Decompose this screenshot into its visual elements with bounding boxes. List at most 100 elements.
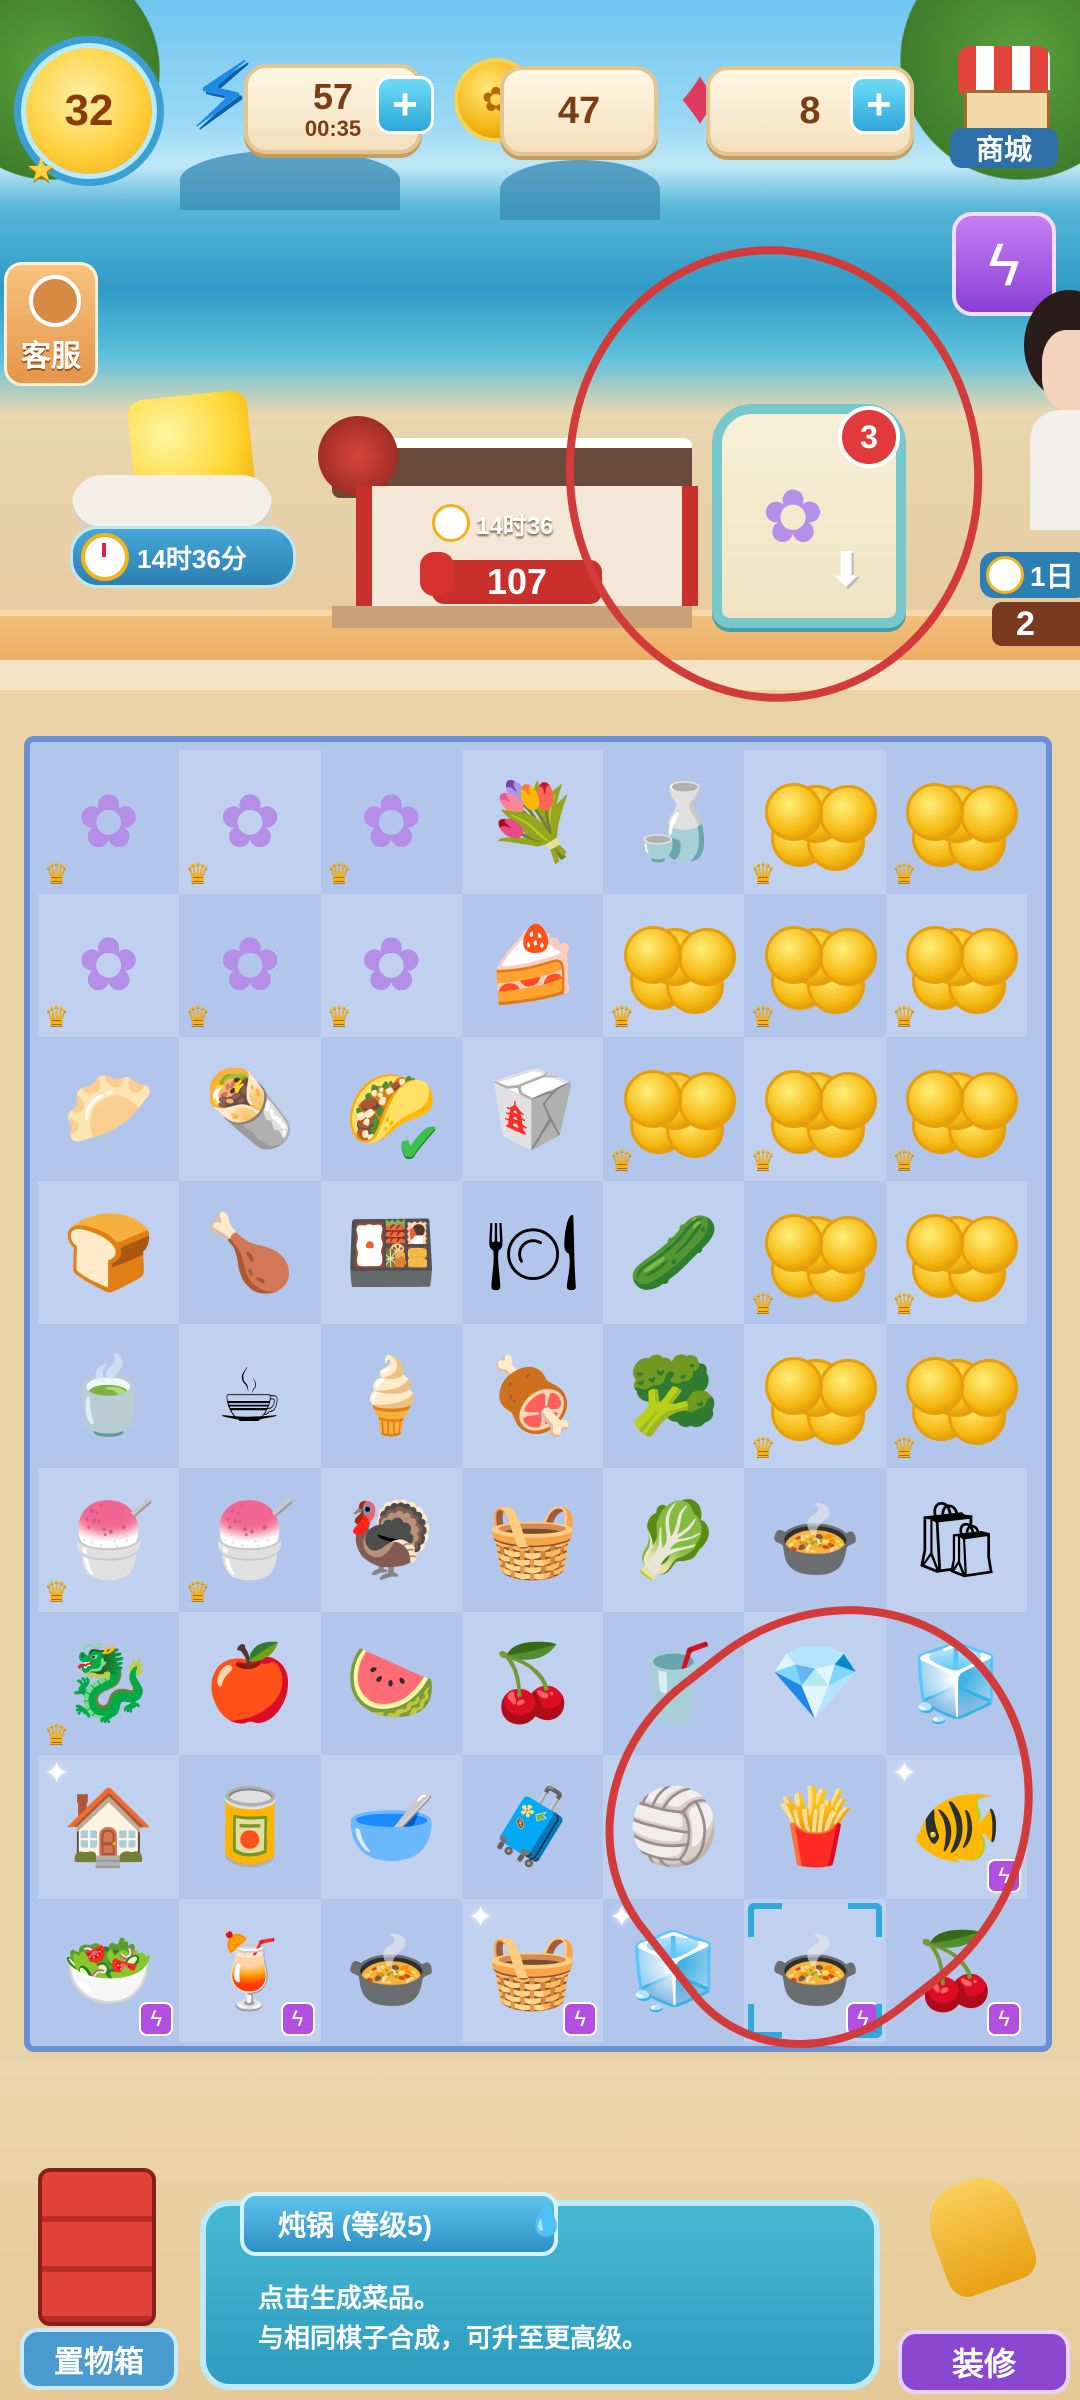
crown-icon: ♛ [185, 1001, 211, 1033]
board-cell[interactable]: 🏠 ✦ [38, 1755, 180, 1899]
right-stand[interactable]: 1日 2 [960, 552, 1080, 648]
board-cell[interactable]: ♛ [744, 1324, 886, 1468]
board-cell[interactable]: 🍧 ♛ [38, 1467, 180, 1612]
board-cell[interactable]: ✿ ♛ [321, 750, 462, 894]
board-cell[interactable]: ♛ [744, 1037, 886, 1181]
board-cell[interactable]: 🌮 ✔ [321, 1037, 462, 1181]
board-cell[interactable]: ✿ ♛ [179, 894, 320, 1038]
board-cell[interactable]: 🍲 [744, 1468, 885, 1612]
board-cell[interactable]: 🍽 [462, 1181, 603, 1325]
crown-icon: ♛ [750, 1144, 776, 1176]
coins-icon [904, 1066, 1019, 1158]
board-cell[interactable]: 🐉 ♛ [38, 1612, 179, 1756]
storage-box-button[interactable]: 置物箱 [20, 2168, 178, 2390]
board-cell[interactable]: 🍒 ϟ [886, 1899, 1027, 2043]
board-cell[interactable]: ✿ ♛ [38, 750, 179, 894]
board-cell[interactable]: ♛ [885, 1180, 1028, 1325]
board-cell[interactable]: 🥤 [603, 1612, 744, 1756]
decorate-button[interactable]: 装修 [898, 2167, 1070, 2394]
coins-icon [763, 779, 878, 871]
sparkle-icon: ✦ [891, 1757, 917, 1791]
dog-house-icon: 🏠 [62, 1784, 155, 1868]
board-cell[interactable]: 🍶 [603, 750, 744, 894]
board-cell[interactable]: 🌯 [179, 1037, 321, 1181]
board-cell[interactable]: 🍒 [461, 1611, 604, 1756]
board-cell[interactable]: ♛ [744, 894, 885, 1038]
board-cell[interactable]: 🍰 [462, 894, 603, 1038]
board-cell[interactable]: 🏐 [603, 1755, 745, 1899]
character-face [1042, 330, 1080, 410]
energy-tag-icon: ϟ [280, 2002, 315, 2037]
icecream-icon: 🍦 [345, 1354, 438, 1438]
customer-service-button[interactable]: 客服 [4, 262, 98, 386]
temple-building[interactable]: 14时36 107 [318, 416, 698, 630]
board-cell[interactable]: 🥟 [38, 1037, 179, 1181]
board-cell[interactable]: 🥒 [603, 1180, 745, 1325]
board-cell[interactable]: 🍞 [38, 1180, 180, 1325]
board-cell[interactable]: 🍹 ϟ [179, 1898, 321, 2043]
board-cell[interactable]: ♛ [886, 750, 1027, 894]
board-cell[interactable]: 🥦 [603, 1324, 744, 1468]
board-cell[interactable]: 🍲 [321, 1899, 462, 2043]
board-cell[interactable]: 💎 [744, 1611, 886, 1756]
board-cell[interactable]: ✿ ♛ [38, 893, 180, 1038]
board-cell[interactable]: 🧊 ✦ [603, 1899, 744, 2043]
board-cell[interactable]: 🍖 [461, 1324, 604, 1468]
board-cell[interactable]: 🧳 [462, 1755, 603, 1899]
board-cell[interactable]: 🍟 [744, 1755, 885, 1899]
board-cell[interactable]: 🛍 [885, 1467, 1028, 1612]
board-cell[interactable]: 🍵 [38, 1324, 179, 1468]
board-cell[interactable]: ♛ [744, 750, 886, 894]
board-cell[interactable]: 🥫 [179, 1755, 320, 1899]
board-cell[interactable]: 🥡 [461, 1037, 604, 1181]
board-cell[interactable]: ☕ [179, 1324, 321, 1468]
pet-carrier-icon: 🧳 [486, 1784, 579, 1868]
board-cell[interactable]: 🐠 ϟ ✦ [885, 1755, 1028, 1899]
turkey-icon: 🦃 [345, 1497, 438, 1581]
board-cell[interactable]: ✿ ♛ [320, 893, 462, 1038]
add-gems-button[interactable]: + [850, 76, 908, 134]
character-body [1030, 410, 1080, 530]
board-cell[interactable]: 🧺 [462, 1468, 603, 1612]
flower-icon: ✿ [77, 923, 140, 1007]
crown-icon: ♛ [891, 857, 917, 889]
flower-icon: ✿ [77, 779, 140, 863]
paint-brush-icon [917, 2167, 1043, 2303]
board-cell[interactable]: ♛ [886, 1037, 1027, 1181]
board-cell[interactable]: ♛ [603, 893, 745, 1038]
board-cell[interactable]: 🍱 [320, 1180, 462, 1325]
merge-grid: ✿ ♛ ✿ ♛ ✿ ♛ 💐 🍶 ♛ ♛ ✿ ♛ ✿ ♛ ✿ ♛ 🍰 ♛ ♛ ♛ 🥟 🌯 🌮 ✔ 🥡 ♛ ♛ ♛ 🍞 🍗 🍱 🍽 🥒 ♛ ♛ 🍵 ☕ 🍦 🍖 🥦… [38, 750, 1038, 2043]
board-cell[interactable]: 🥬 [603, 1467, 745, 1612]
board-cell[interactable]: 💐 [461, 750, 604, 894]
board-cell[interactable]: ♛ [744, 1181, 885, 1325]
shop-label: 商城 [950, 128, 1058, 168]
board-cell[interactable]: 🧊 [886, 1612, 1027, 1756]
board-cell[interactable]: 🍲 ϟ [744, 1898, 886, 2043]
board-cell[interactable]: 🦃 [320, 1467, 462, 1612]
temple-timer: 14时36 [432, 504, 553, 542]
board-cell[interactable]: 🥗 ϟ [38, 1899, 179, 2043]
shop-button[interactable]: 商城 [950, 46, 1058, 174]
lantern-icon [420, 552, 454, 596]
crown-icon: ♛ [44, 1001, 70, 1033]
board-cell[interactable]: 🍧 ♛ [179, 1468, 320, 1612]
board-cell[interactable]: 🍉 [321, 1612, 462, 1756]
board-cell[interactable]: ♛ [603, 1037, 744, 1181]
board-cell[interactable]: 🧺 ϟ ✦ [461, 1898, 604, 2043]
pomegranate-icon: 🍎 [203, 1641, 297, 1725]
energy-tag-icon: ϟ [987, 2002, 1022, 2037]
board-cell[interactable]: ♛ [885, 893, 1028, 1038]
board-cell[interactable]: 🍗 [179, 1181, 320, 1325]
board-cell[interactable]: 🍎 [179, 1611, 321, 1756]
picnic-basket-icon: 🧺 [486, 1497, 579, 1581]
board-cell[interactable]: ♛ [886, 1324, 1027, 1468]
coins-icon [763, 922, 878, 1015]
board-cell[interactable]: ✿ ♛ [179, 750, 321, 894]
customer-service-label: 客服 [21, 340, 81, 373]
board-cell[interactable]: 🥣 [320, 1755, 462, 1899]
stew-pot-icon: 🍲 [345, 1928, 438, 2012]
selection-corner [847, 2004, 882, 2039]
add-energy-button[interactable]: + [376, 76, 434, 134]
item-info-title: 炖锅 (等级5) [240, 2192, 558, 2256]
board-cell[interactable]: 🍦 [321, 1324, 462, 1468]
